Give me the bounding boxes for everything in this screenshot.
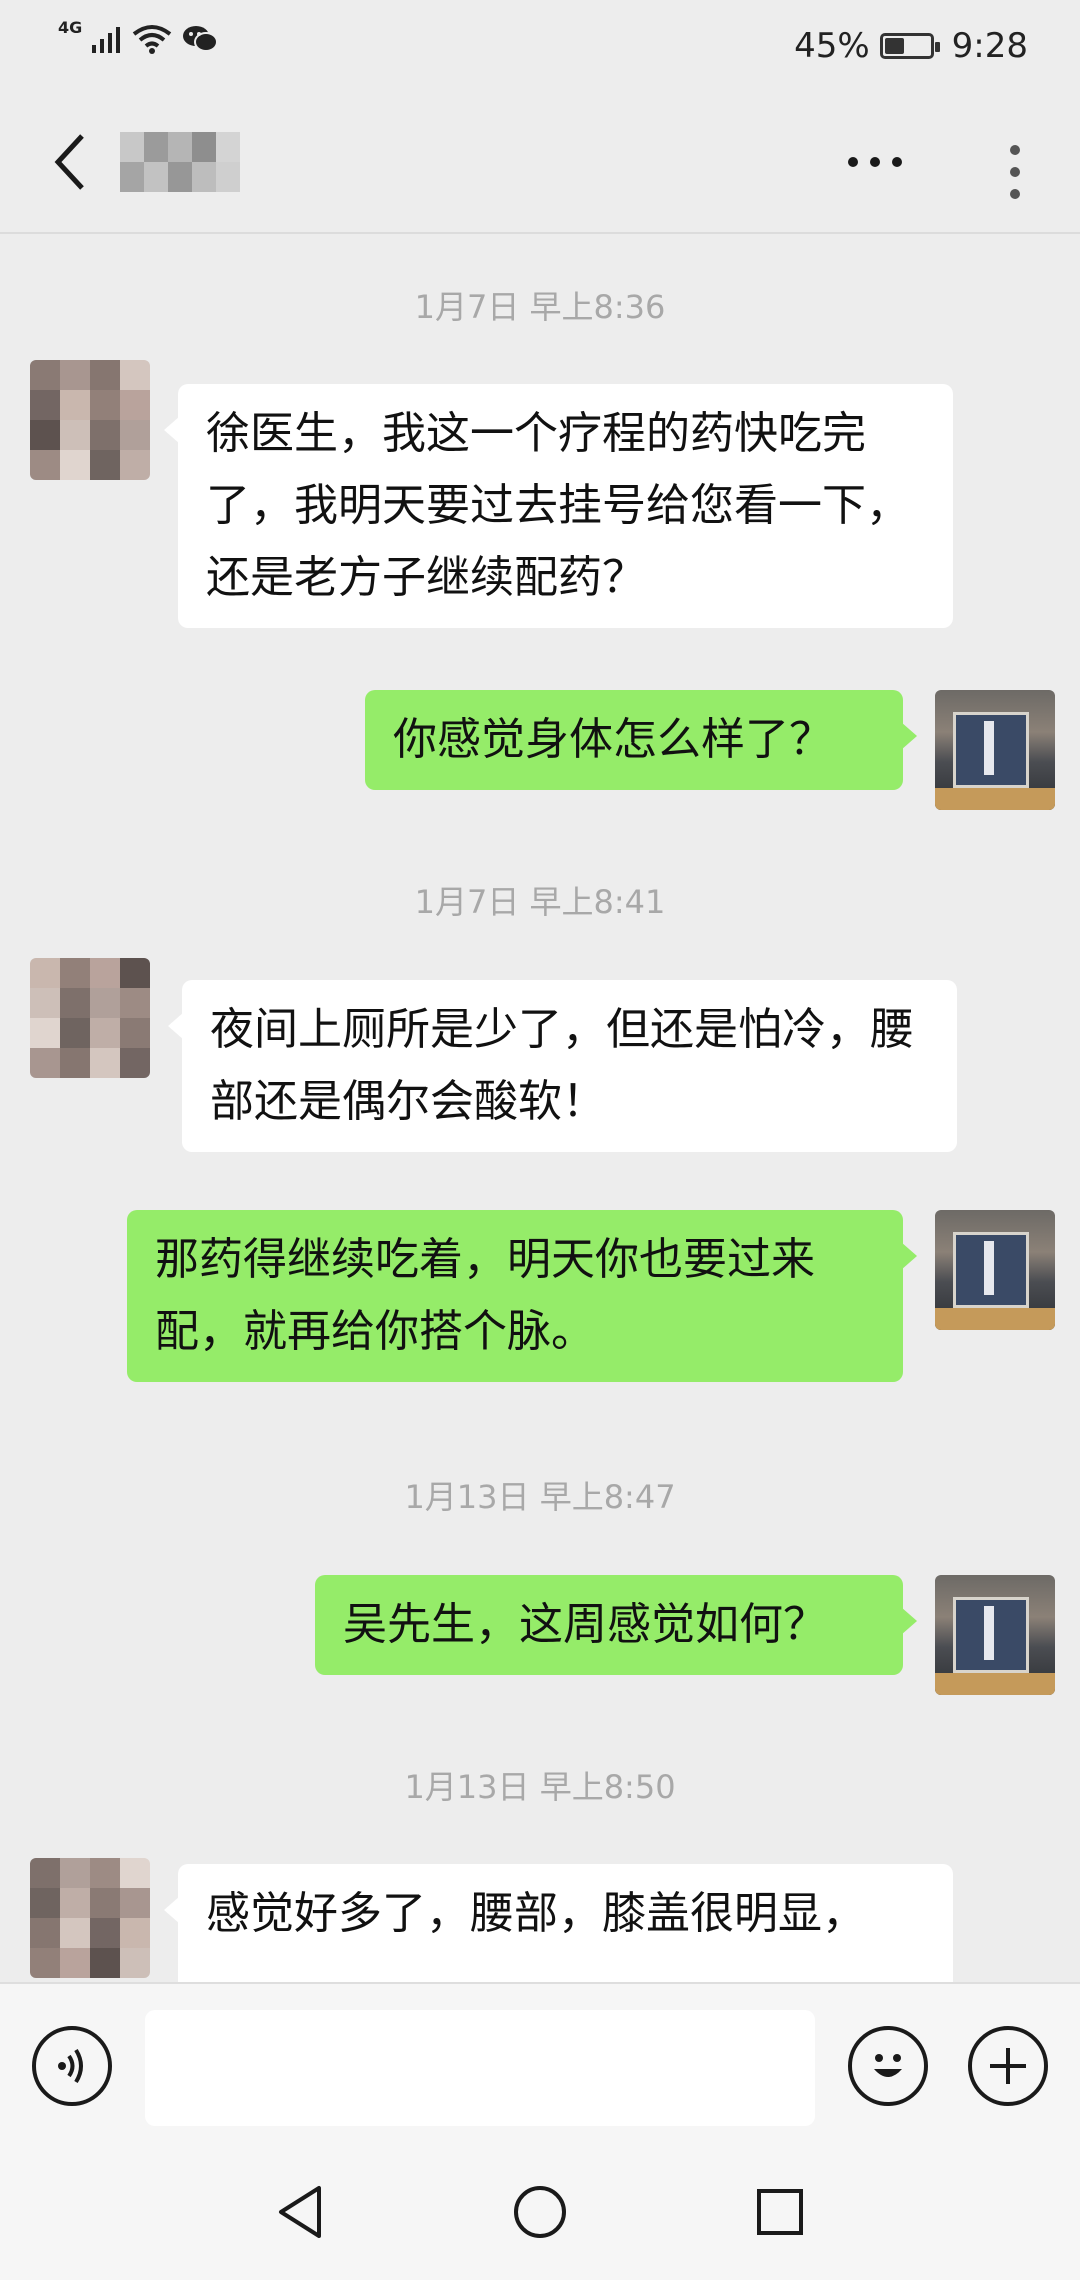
avatar-building-image <box>953 1232 1029 1308</box>
wifi-icon <box>133 25 172 54</box>
my-avatar[interactable] <box>935 1575 1055 1695</box>
nav-back-button[interactable] <box>260 2172 340 2252</box>
wechat-icon <box>183 26 219 52</box>
received-message-bubble[interactable]: 感觉好多了，腰部，膝盖很明显， <box>164 1864 953 1982</box>
circle-home-icon <box>514 2186 566 2238</box>
contact-avatar[interactable] <box>30 958 150 1078</box>
battery-percent: 45% <box>794 26 870 66</box>
battery-icon <box>879 33 940 59</box>
message-timestamp: 1月13日 早上8:50 <box>404 1768 676 1806</box>
add-attachment-button[interactable] <box>968 2026 1048 2106</box>
message-timestamp: 1月7日 早上8:41 <box>414 883 666 921</box>
status-bar: 4G 45% 9:28 <box>0 0 1080 92</box>
plus-icon <box>990 2048 1026 2084</box>
nav-recents-button[interactable] <box>740 2172 820 2252</box>
voice-input-button[interactable] <box>32 2026 112 2106</box>
message-timestamp: 1月7日 早上8:36 <box>414 288 666 326</box>
clock-time: 9:28 <box>951 26 1028 66</box>
message-list[interactable]: 1月7日 早上8:36 徐医生，我这一个疗程的药快吃完了，我明天要过去挂号给您看… <box>0 232 1080 1982</box>
my-avatar[interactable] <box>935 690 1055 810</box>
avatar-building-image <box>953 1597 1029 1673</box>
more-vertical-icon <box>1010 145 1020 199</box>
battery-level <box>884 38 905 54</box>
avatar-building-image <box>953 712 1029 788</box>
sent-message-bubble[interactable]: 吴先生，这周感觉如何？ <box>315 1575 917 1675</box>
message-input-bar <box>0 1982 1080 2144</box>
received-message-bubble[interactable]: 夜间上厕所是少了，但还是怕冷，腰部还是偶尔会酸软！ <box>168 980 957 1152</box>
message-timestamp: 1月13日 早上8:47 <box>404 1478 676 1516</box>
chevron-left-icon <box>54 134 84 190</box>
voice-icon <box>58 2048 83 2084</box>
received-message-bubble[interactable]: 徐医生，我这一个疗程的药快吃完了，我明天要过去挂号给您看一下，还是老方子继续配药… <box>164 384 953 628</box>
signal-icon <box>92 27 121 53</box>
nav-home-button[interactable] <box>500 2172 580 2252</box>
message-text-input[interactable] <box>145 2010 815 2126</box>
emoji-icon <box>874 2054 902 2077</box>
status-icons-right: 45% 9:28 <box>794 26 1028 66</box>
more-options-button[interactable] <box>835 132 915 192</box>
contact-avatar[interactable] <box>30 360 150 480</box>
contact-avatar[interactable] <box>30 1858 150 1978</box>
chat-title-bar <box>0 92 1080 234</box>
status-icons-left: 4G <box>58 18 219 54</box>
emoji-button[interactable] <box>848 2026 928 2106</box>
more-horizontal-icon <box>848 157 902 167</box>
network-type-label: 4G <box>58 17 83 37</box>
system-navigation-bar <box>0 2142 1080 2280</box>
my-avatar[interactable] <box>935 1210 1055 1330</box>
square-recents-icon <box>757 2189 803 2235</box>
sent-message-bubble[interactable]: 你感觉身体怎么样了？ <box>365 690 917 790</box>
chat-name-pixelated <box>120 132 240 192</box>
triangle-back-icon <box>279 2186 321 2238</box>
back-button[interactable] <box>30 122 110 202</box>
sent-message-bubble[interactable]: 那药得继续吃着，明天你也要过来配，就再给你搭个脉。 <box>127 1210 917 1382</box>
chat-menu-button[interactable] <box>975 132 1055 212</box>
